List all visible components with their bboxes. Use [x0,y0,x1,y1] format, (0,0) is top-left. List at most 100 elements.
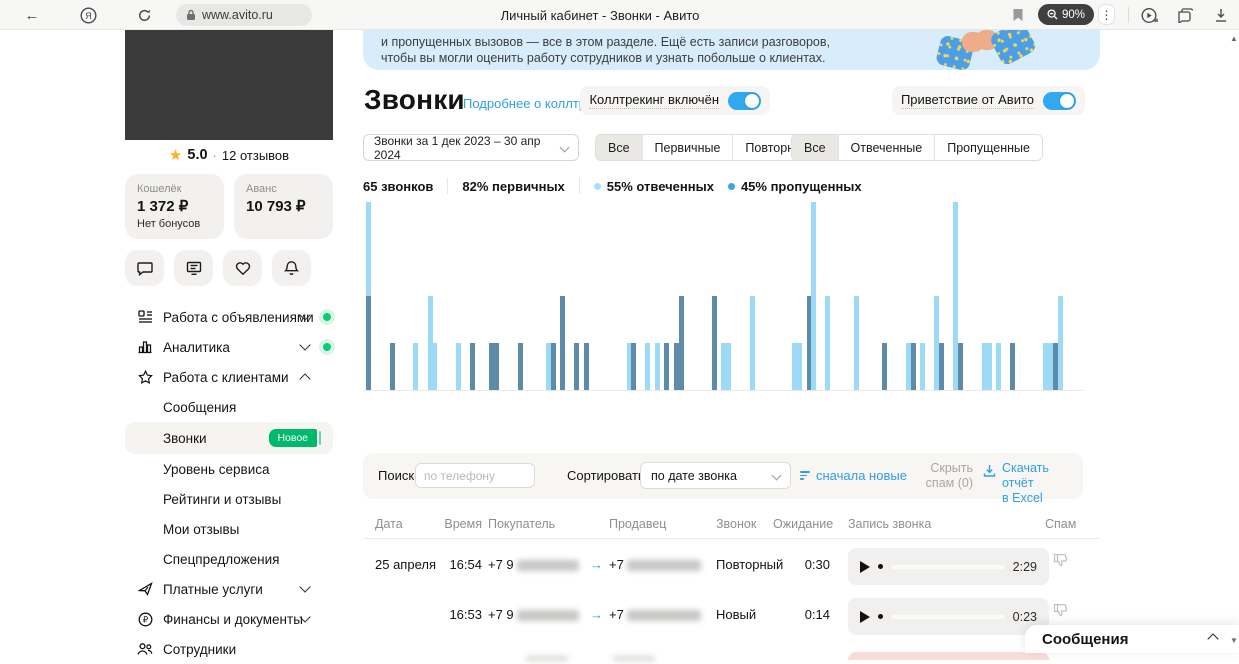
play-icon[interactable] [860,560,870,573]
sidebar-item-платные-услуги[interactable]: Платные услуги [125,574,333,604]
zoom-badge[interactable]: 90% [1038,4,1095,25]
cell-wait: 0:30 [804,557,830,572]
chart-bar-missed[interactable] [550,343,556,390]
chart-bar-answered[interactable] [645,343,651,390]
tab-status-1[interactable]: Отвеченные [837,135,935,160]
search-input[interactable] [415,463,535,488]
sidebar-item-рейтинги-и-отзывы[interactable]: Рейтинги и отзывы [125,484,333,514]
messenger-widget[interactable]: Сообщения [1025,625,1239,653]
calltracking-toggle[interactable] [728,91,761,110]
notifications-icon[interactable] [272,250,311,286]
tab-status-2[interactable]: Пропущенные [934,135,1042,160]
chart-bar-missed[interactable] [470,343,476,390]
cell-call-type: Новый [716,607,757,622]
table-row-partial [363,639,1100,661]
playhead-dot[interactable] [878,614,883,619]
chart-bar-answered[interactable] [456,343,461,390]
period-select[interactable]: Звонки за 1 дек 2023 – 30 апр 2024 [363,134,579,162]
chart-bar-answered[interactable] [726,343,731,390]
chart-bar-missed[interactable] [664,343,670,390]
sidebar-item-аналитика[interactable]: Аналитика [125,332,333,362]
chart-bar-answered[interactable] [749,296,755,390]
chart-bar-answered[interactable] [1057,296,1063,390]
profile-photo[interactable] [125,30,333,140]
chat-icon[interactable] [125,250,164,286]
spam-thumbs-down-icon[interactable] [1053,603,1068,618]
greeting-toggle-chip: Приветствие от Авито [891,86,1085,115]
chart-bar-missed[interactable] [517,343,523,390]
tab-status-0[interactable]: Все [792,135,838,160]
chart-bar-missed[interactable] [958,343,964,390]
extension-icon[interactable] [1172,0,1198,30]
tab-type-1[interactable]: Первичные [641,135,733,160]
chart-bar-missed[interactable] [631,343,637,390]
chart-bar-missed[interactable] [910,343,916,390]
chart-bar-missed[interactable] [574,343,580,390]
yandex-browser-icon[interactable]: Я [74,0,102,30]
sidebar-item-мои-отзывы[interactable]: Мои отзывы [125,514,333,544]
sidebar-item-label: Уровень сервиса [163,461,270,477]
chart-bar-missed[interactable] [711,296,717,390]
progress-track[interactable] [891,614,1005,619]
sidebar-item-сотрудники[interactable]: Сотрудники [125,634,333,664]
sidebar-item-спецпредложения[interactable]: Спецпредложения [125,544,333,574]
chart-bar-missed[interactable] [389,343,395,390]
sidebar-item-финансы-и-документы[interactable]: ₽ Финансы и документы [125,604,333,634]
audio-player[interactable]: 0:23 [848,598,1049,635]
chart-bar-answered[interactable] [413,343,419,390]
bookmark-icon[interactable] [1006,0,1030,30]
hide-spam-button[interactable]: Скрыть спам (0) [887,461,973,491]
refresh-icon[interactable] [130,0,158,30]
chart-bar-answered[interactable] [654,343,660,390]
downloads-icon[interactable] [1208,0,1234,30]
download-report-link[interactable]: Скачать отчёт в Excel [983,461,1083,506]
chart-bar-missed[interactable] [939,343,945,390]
sidebar-item-сообщения[interactable]: Сообщения [125,392,333,422]
media-play-icon[interactable] [1136,0,1162,30]
chart-bar-answered[interactable] [797,343,803,390]
chart-bar-answered[interactable] [853,296,859,390]
advance-card[interactable]: Аванс 10 793 ₽ [234,174,333,239]
seller-rating[interactable]: ★ 5.0 · 12 отзывов [125,140,333,170]
stat-1: 82% первичных [462,178,565,194]
wallet-card[interactable]: Кошелёк 1 372 ₽ Нет бонусов [125,174,224,239]
my-ads-icon[interactable] [174,250,213,286]
back-icon[interactable]: ← [18,0,46,30]
chart-bar-missed[interactable] [560,296,566,390]
chart-bar-answered[interactable] [996,343,1001,390]
scroll-down-icon[interactable]: ▼ [1229,636,1239,645]
audio-player[interactable]: 2:29 [848,548,1049,585]
scroll-up-icon[interactable]: ▲ [1229,34,1239,43]
chart-bar-missed[interactable] [678,296,684,390]
greeting-toggle[interactable] [1043,91,1076,110]
spam-thumbs-down-icon[interactable] [1053,553,1068,568]
blurred-phone [626,560,701,572]
chart-bar-answered[interactable] [811,202,817,390]
chart-bar-answered[interactable] [986,343,992,390]
address-bar[interactable]: www.avito.ru [176,4,312,26]
chart-bar-missed[interactable] [1010,343,1016,390]
sidebar-item-уровень-сервиса[interactable]: Уровень сервиса [125,454,333,484]
chart-bar-missed[interactable] [366,296,371,390]
sidebar-item-работа-с-объявлениями[interactable]: Работа с объявлениями [125,302,333,332]
chart-bar-answered[interactable] [432,343,438,390]
play-icon[interactable] [860,610,870,623]
cell-buyer: +7 9 [488,557,579,572]
hands-illustration [932,30,1042,70]
chart-bar-missed[interactable] [882,343,888,390]
col-header-7: Спам [1045,517,1077,531]
progress-track[interactable] [891,564,1005,569]
sort-select[interactable]: по дате звонка [640,462,791,489]
sidebar-item-звонки[interactable]: Звонки Новое [125,422,333,454]
page-scrollbar[interactable]: ▲ ▼ [1229,30,1239,653]
chart-bar-missed[interactable] [493,343,499,390]
chart-bar-answered[interactable] [366,202,371,296]
playhead-dot[interactable] [878,564,883,569]
favorites-icon[interactable] [223,250,262,286]
tab-type-0[interactable]: Все [596,135,642,160]
sidebar-item-работа-с-клиентами[interactable]: Работа с клиентами [125,362,333,392]
chart-bar-missed[interactable] [583,343,589,390]
chart-bar-answered[interactable] [920,343,926,390]
browser-menu-icon[interactable]: ⋮ [1098,4,1115,25]
chart-bar-answered[interactable] [825,296,831,390]
